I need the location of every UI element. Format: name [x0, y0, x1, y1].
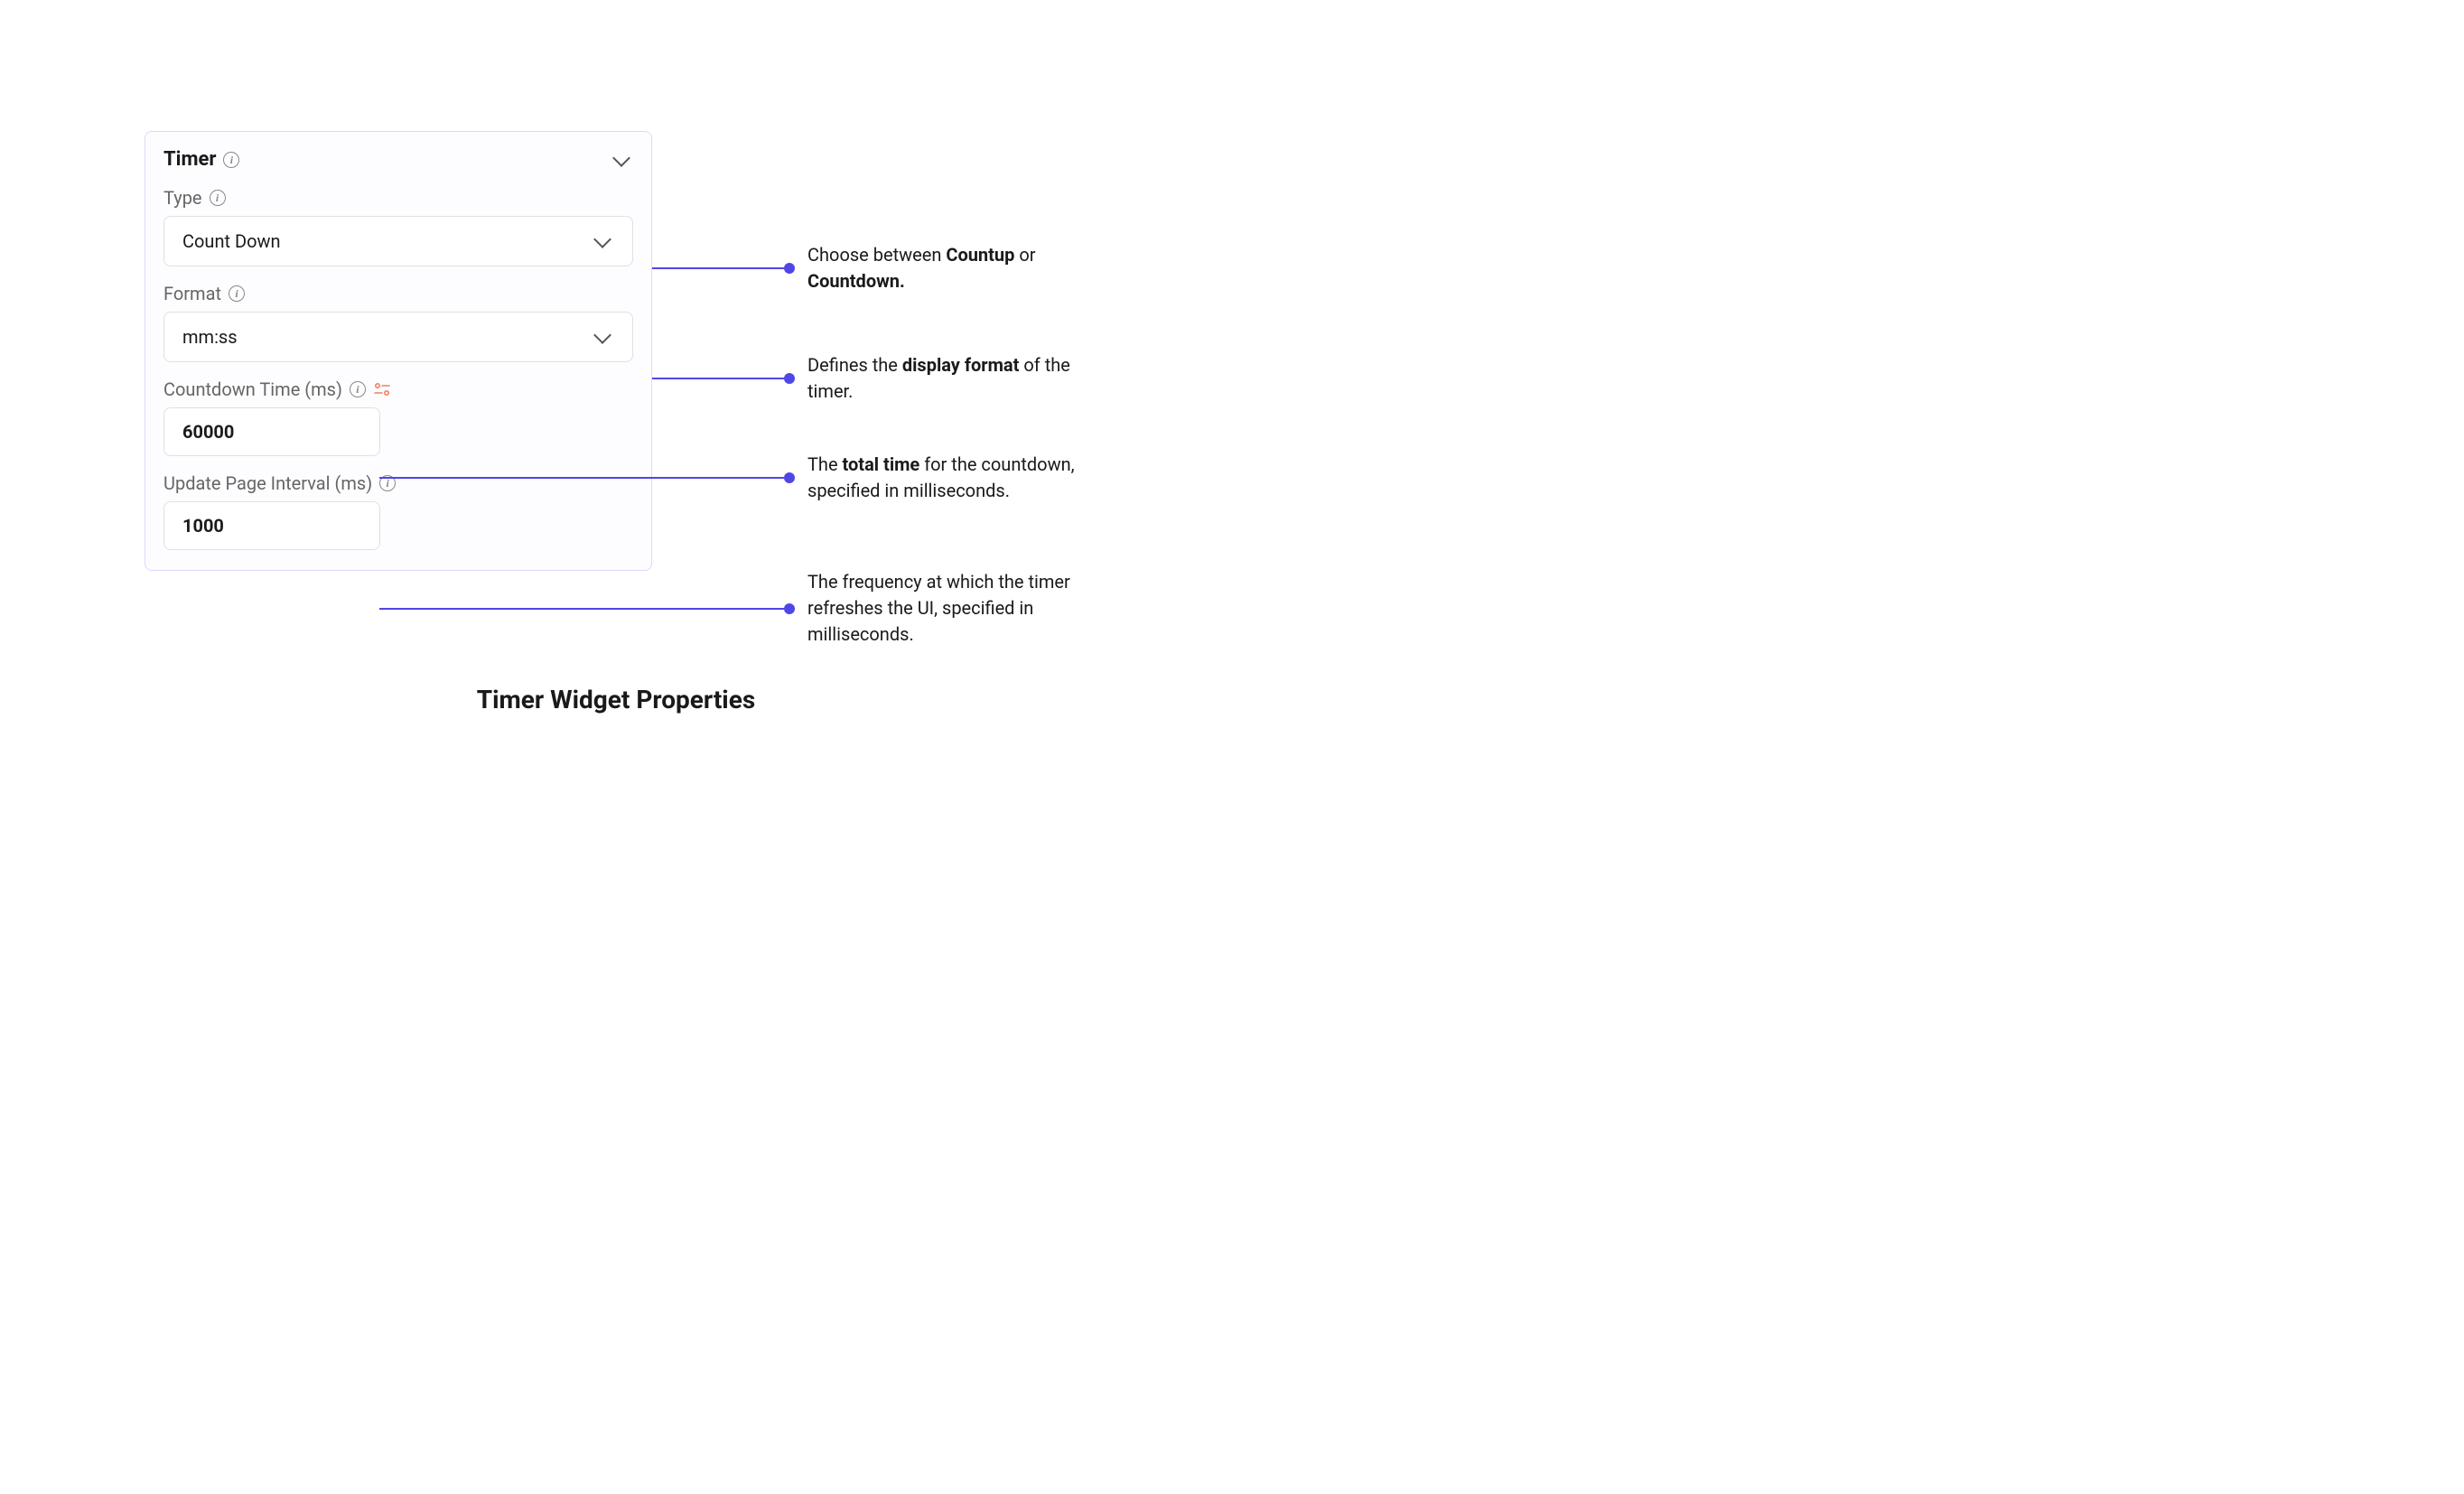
annotation-type-text: Choose between Countup or Countdown. [807, 242, 1106, 294]
format-select[interactable]: mm:ss [163, 312, 633, 362]
panel-header: Timer [163, 148, 633, 171]
annotation-line [652, 267, 784, 269]
annotation-update-interval: The frequency at which the timer refresh… [379, 569, 1106, 648]
countdown-time-value: 60000 [182, 421, 234, 443]
update-interval-input[interactable]: 1000 [163, 501, 380, 550]
field-countdown-time: Countdown Time (ms) 60000 [163, 378, 633, 456]
field-type-label-row: Type [163, 187, 633, 209]
update-interval-value: 1000 [182, 515, 224, 537]
annotation-dot [784, 603, 795, 614]
chevron-down-icon [593, 230, 611, 248]
annotation-dot [784, 373, 795, 384]
format-select-value: mm:ss [182, 326, 238, 348]
panel-header-left: Timer [163, 148, 239, 171]
info-icon[interactable] [223, 152, 239, 168]
info-icon[interactable] [350, 381, 366, 397]
field-countdown-time-label: Countdown Time (ms) [163, 378, 342, 400]
field-format-label: Format [163, 283, 221, 304]
annotation-line [379, 608, 784, 610]
figure-caption: Timer Widget Properties [477, 685, 755, 714]
field-type: Type Count Down [163, 187, 633, 266]
panel-title: Timer [163, 148, 216, 171]
info-icon[interactable] [210, 190, 226, 206]
annotation-line [379, 477, 784, 479]
timer-properties-panel: Timer Type Count Down Format mm:ss Count… [145, 131, 652, 571]
fx-icon[interactable] [373, 381, 391, 397]
annotation-format-text: Defines the display format of the timer. [807, 352, 1106, 405]
info-icon[interactable] [229, 285, 245, 302]
annotation-countdown-time: The total time for the countdown, specif… [379, 452, 1106, 504]
type-select-value: Count Down [182, 230, 281, 252]
countdown-time-input[interactable]: 60000 [163, 407, 380, 456]
field-type-label: Type [163, 187, 202, 209]
field-countdown-time-label-row: Countdown Time (ms) [163, 378, 633, 400]
annotation-format: Defines the display format of the timer. [652, 352, 1106, 405]
type-select[interactable]: Count Down [163, 216, 633, 266]
annotation-dot [784, 263, 795, 274]
chevron-down-icon [593, 326, 611, 344]
chevron-down-icon[interactable] [612, 149, 630, 167]
annotation-dot [784, 472, 795, 483]
annotation-type: Choose between Countup or Countdown. [652, 242, 1106, 294]
annotation-update-interval-text: The frequency at which the timer refresh… [807, 569, 1106, 648]
field-format: Format mm:ss [163, 283, 633, 362]
annotation-line [652, 378, 784, 379]
field-update-interval-label: Update Page Interval (ms) [163, 472, 372, 494]
annotation-countdown-time-text: The total time for the countdown, specif… [807, 452, 1106, 504]
field-format-label-row: Format [163, 283, 633, 304]
